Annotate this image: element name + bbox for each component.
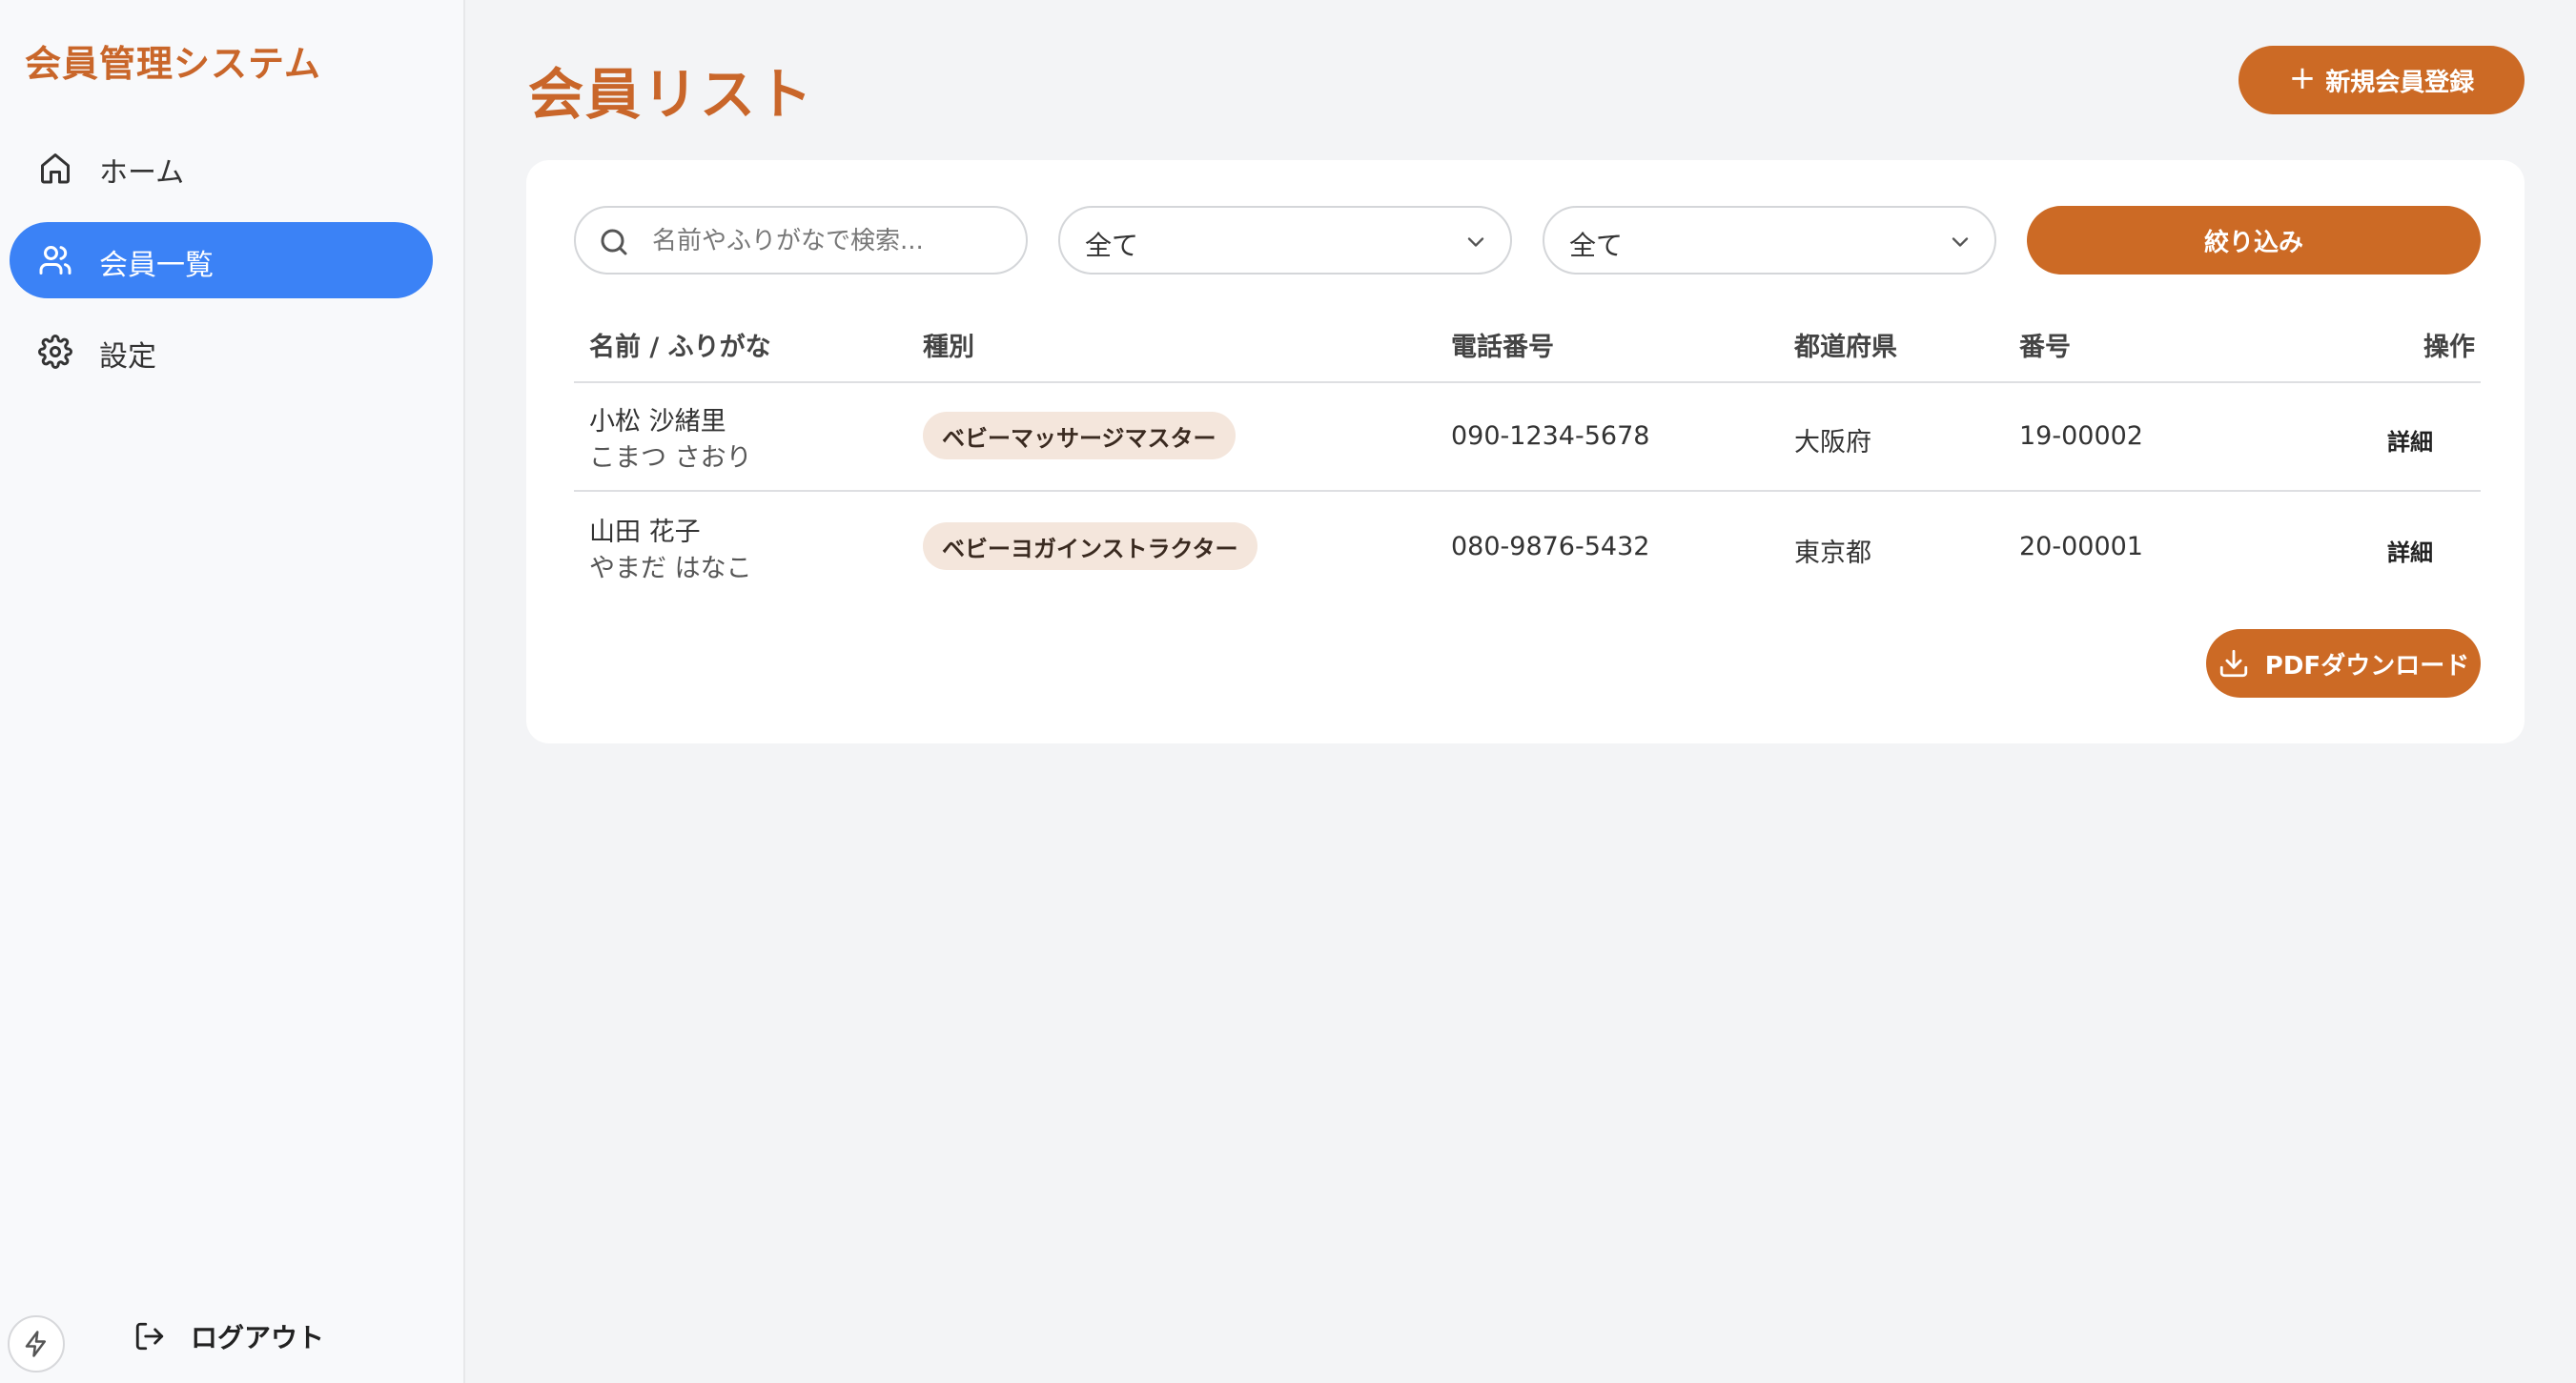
detail-link[interactable]: 詳細 [2387, 423, 2433, 457]
new-member-button[interactable]: + 新規会員登録 [2239, 46, 2525, 114]
member-type-badge: ベビーヨガインストラクター [923, 522, 1257, 570]
member-phone: 090-1234-5678 [1451, 421, 1650, 451]
users-icon [39, 246, 72, 275]
sidebar-item-label: ホーム [99, 156, 185, 190]
filter-button[interactable]: 絞り込み [2027, 206, 2481, 275]
search-input[interactable] [652, 219, 1005, 263]
app: 会員管理システム ホーム 会員一覧 設定 ログアウト 会員リスト + 新規会員登… [0, 0, 2576, 1383]
sidebar-item-label: 会員一覧 [99, 249, 214, 282]
sidebar-item-settings[interactable]: 設定 [10, 314, 433, 390]
prefecture-filter-value: 全て [1569, 230, 1624, 261]
gear-icon [38, 335, 72, 369]
bolt-button[interactable] [8, 1315, 65, 1373]
chevron-down-icon [1952, 237, 1969, 247]
app-brand: 会員管理システム [25, 43, 321, 85]
search-field[interactable] [574, 206, 1028, 275]
member-prefecture: 東京都 [1794, 539, 1871, 568]
member-name: 小松 沙緒里 [589, 407, 726, 437]
sidebar-item-members[interactable]: 会員一覧 [10, 222, 433, 298]
sidebar-item-label: 設定 [99, 340, 156, 374]
member-type-badge: ベビーマッサージマスター [923, 412, 1236, 459]
download-icon [2219, 649, 2247, 678]
search-icon [601, 229, 627, 255]
logout-icon [135, 1322, 164, 1351]
table-row: 小松 沙緒里 こまつ さおり ベビーマッサージマスター 090-1234-567… [574, 383, 2481, 492]
type-filter-value: 全て [1085, 230, 1139, 261]
new-member-label: 新規会員登録 [2325, 68, 2475, 97]
member-prefecture: 大阪府 [1794, 428, 1871, 458]
member-number: 19-00002 [2019, 421, 2143, 451]
column-header-phone: 電話番号 [1451, 333, 1554, 362]
member-kana: こまつ さおり [589, 443, 752, 473]
column-header-action: 操作 [2423, 333, 2475, 362]
column-header-type: 種別 [923, 333, 974, 362]
bolt-icon [25, 1331, 46, 1357]
chevron-down-icon [1467, 237, 1484, 247]
prefecture-filter-select[interactable]: 全て [1543, 206, 1996, 275]
sidebar: 会員管理システム ホーム 会員一覧 設定 ログアウト [0, 0, 465, 1383]
member-kana: やまだ はなこ [589, 554, 752, 583]
member-list-card: 全て 全て 絞り込み 名前 / ふりがな 種別 電話番号 都道府県 番号 操作 … [526, 160, 2525, 743]
table-row: 山田 花子 やまだ はなこ ベビーヨガインストラクター 080-9876-543… [574, 494, 2481, 602]
home-icon [41, 153, 70, 184]
column-header-name: 名前 / ふりがな [589, 333, 771, 362]
member-phone: 080-9876-5432 [1451, 532, 1650, 561]
column-header-prefecture: 都道府県 [1794, 333, 1897, 362]
detail-link[interactable]: 詳細 [2387, 534, 2433, 567]
logout-label: ログアウト [191, 1322, 325, 1353]
logout-button[interactable]: ログアウト [133, 1315, 324, 1357]
member-number: 20-00001 [2019, 532, 2143, 561]
type-filter-select[interactable]: 全て [1058, 206, 1512, 275]
pdf-download-label: PDFダウンロード [2264, 651, 2470, 681]
page-title: 会員リスト [528, 62, 815, 127]
pdf-download-button[interactable]: PDFダウンロード [2206, 629, 2481, 698]
table-header: 名前 / ふりがな 種別 電話番号 都道府県 番号 操作 [574, 322, 2481, 383]
member-name: 山田 花子 [589, 518, 701, 547]
column-header-number: 番号 [2019, 333, 2071, 362]
plus-icon: + [2288, 59, 2317, 97]
sidebar-item-home[interactable]: ホーム [10, 130, 433, 206]
